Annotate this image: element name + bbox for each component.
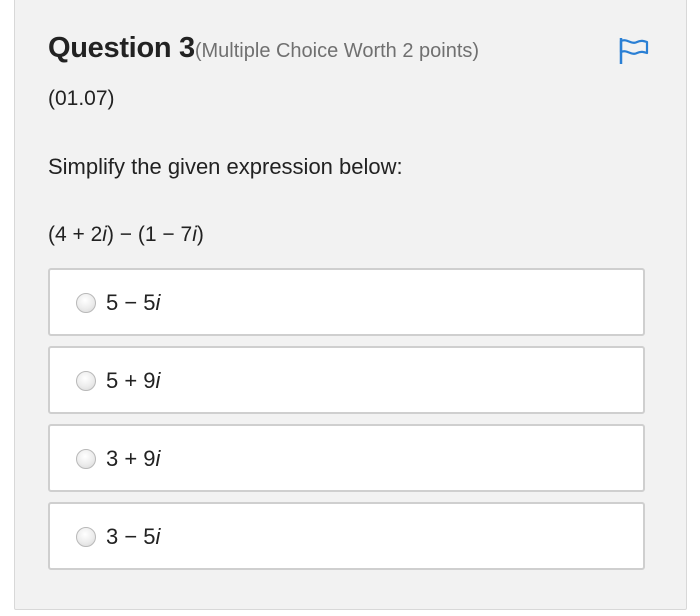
answer-option-1[interactable]: 5 − 5i (48, 268, 645, 336)
answer-option-3[interactable]: 3 + 9i (48, 424, 645, 492)
question-expression: (4 + 2i) − (1 − 7i) (48, 223, 204, 246)
answer-option-label: 3 − 5i (106, 524, 161, 549)
answer-option-label: 3 + 9i (106, 446, 161, 471)
question-meta: (Multiple Choice Worth 2 points) (194, 40, 480, 62)
radio-button[interactable] (76, 527, 96, 547)
question-panel: Question 3(Multiple Choice Worth 2 point… (14, 0, 687, 610)
question-header: Question 3(Multiple Choice Worth 2 point… (48, 32, 479, 65)
answer-option-label: 5 + 9i (106, 368, 161, 393)
question-title: Question 3 (48, 32, 195, 64)
radio-button[interactable] (76, 293, 96, 313)
radio-button[interactable] (76, 449, 96, 469)
question-prompt: Simplify the given expression below: (48, 154, 403, 179)
question-code: (01.07) (48, 87, 115, 110)
radio-button[interactable] (76, 371, 96, 391)
answer-option-2[interactable]: 5 + 9i (48, 346, 645, 414)
answer-options: 5 − 5i 5 + 9i 3 + 9i 3 − 5i (48, 268, 645, 580)
answer-option-4[interactable]: 3 − 5i (48, 502, 645, 570)
flag-icon[interactable] (618, 37, 650, 65)
answer-option-label: 5 − 5i (106, 290, 161, 315)
